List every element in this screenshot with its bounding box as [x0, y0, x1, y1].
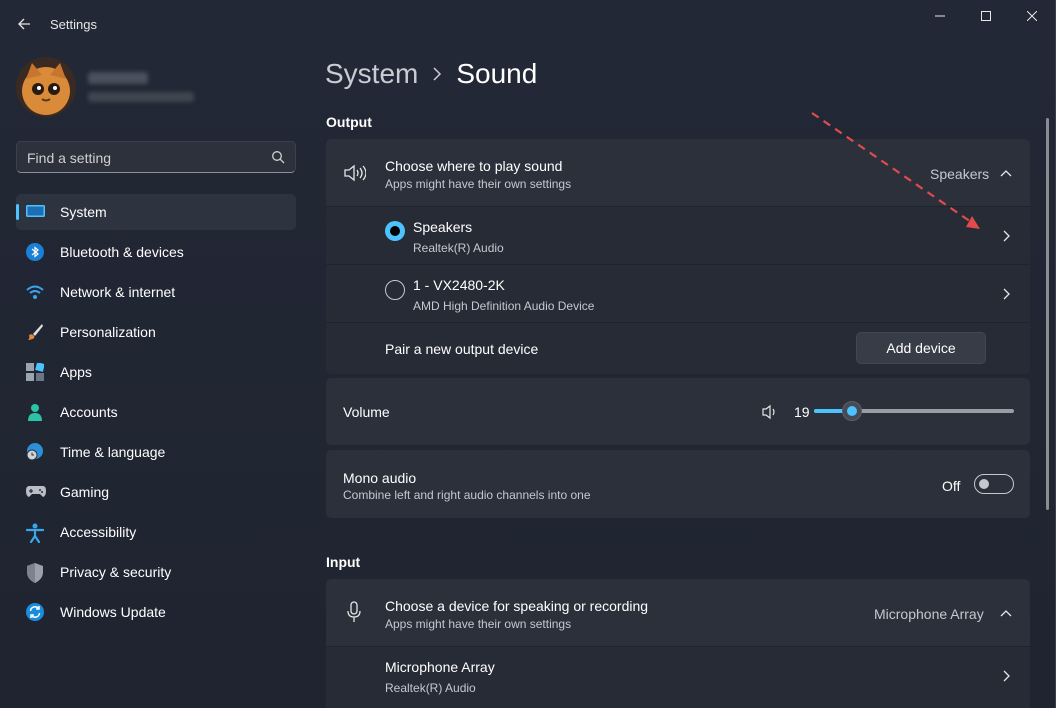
add-device-button[interactable]: Add device	[856, 332, 986, 364]
mono-audio-state: Off	[942, 478, 961, 494]
input-device-card: Choose a device for speaking or recordin…	[326, 579, 1030, 708]
microphone-icon	[346, 601, 362, 628]
sidebar-item-system[interactable]: System	[16, 194, 296, 230]
sidebar-item-label: System	[60, 204, 107, 220]
shield-icon	[26, 563, 44, 583]
sidebar-item-windows-update[interactable]: Windows Update	[16, 594, 296, 630]
sidebar-item-label: Time & language	[60, 444, 166, 460]
volume-value: 19	[794, 404, 810, 420]
choose-output-subtitle: Apps might have their own settings	[385, 177, 572, 191]
selected-input-value: Microphone Array	[874, 606, 984, 622]
sidebar-item-network[interactable]: Network & internet	[16, 274, 296, 310]
sidebar-item-accessibility[interactable]: Accessibility	[16, 514, 296, 550]
chevron-up-icon[interactable]	[1000, 607, 1012, 619]
radio-speakers[interactable]	[385, 221, 405, 241]
output-device-monitor[interactable]: 1 - VX2480-2K AMD High Definition Audio …	[326, 265, 1030, 322]
choose-input-subtitle: Apps might have their own settings	[385, 617, 572, 631]
globe-clock-icon	[26, 443, 44, 461]
gamepad-icon	[26, 483, 46, 501]
sidebar-item-privacy[interactable]: Privacy & security	[16, 554, 296, 590]
search-icon[interactable]	[271, 150, 285, 169]
device-name: 1 - VX2480-2K	[413, 277, 505, 293]
search-input[interactable]	[27, 148, 267, 168]
chevron-right-icon[interactable]	[1000, 287, 1012, 300]
sidebar-item-time-language[interactable]: Time & language	[16, 434, 296, 470]
sidebar-item-bluetooth[interactable]: Bluetooth & devices	[16, 234, 296, 270]
radio-monitor[interactable]	[385, 280, 405, 300]
accessibility-icon	[25, 523, 45, 544]
input-device-microphone[interactable]: Microphone Array Realtek(R) Audio	[326, 647, 1030, 708]
search-box[interactable]	[16, 141, 296, 173]
close-icon	[1027, 11, 1037, 21]
volume-icon[interactable]	[762, 404, 778, 425]
mono-audio-title: Mono audio	[343, 470, 417, 486]
brush-icon	[26, 323, 44, 341]
output-heading: Output	[326, 114, 372, 130]
system-icon	[26, 203, 45, 221]
device-name: Microphone Array	[385, 659, 495, 675]
app-title: Settings	[50, 17, 97, 32]
scrollbar-thumb[interactable]	[1046, 118, 1049, 510]
maximize-button[interactable]	[963, 0, 1009, 32]
volume-slider-thumb[interactable]	[842, 401, 862, 421]
chevron-up-icon[interactable]	[1000, 167, 1012, 179]
sidebar-item-label: Accessibility	[60, 524, 137, 540]
back-button[interactable]	[12, 12, 36, 36]
mono-audio-card: Mono audio Combine left and right audio …	[326, 450, 1030, 518]
sidebar-item-label: Accounts	[60, 404, 118, 420]
choose-input-title: Choose a device for speaking or recordin…	[385, 598, 649, 614]
choose-input-row[interactable]: Choose a device for speaking or recordin…	[326, 579, 1030, 646]
mono-audio-subtitle: Combine left and right audio channels in…	[343, 488, 591, 502]
sidebar-nav: System Bluetooth & devices Network & int…	[16, 194, 296, 634]
accounts-icon	[26, 403, 44, 421]
chevron-right-icon[interactable]	[1000, 669, 1012, 682]
pair-output-label: Pair a new output device	[385, 341, 539, 357]
device-driver: Realtek(R) Audio	[385, 681, 476, 695]
page-title: Sound	[456, 58, 538, 89]
sidebar-item-apps[interactable]: Apps	[16, 354, 296, 390]
chevron-right-icon	[432, 67, 442, 81]
sidebar-item-label: Bluetooth & devices	[60, 244, 184, 260]
annotation-arrow-icon	[811, 112, 980, 229]
bluetooth-icon	[26, 243, 44, 261]
profile-email-redacted	[88, 92, 194, 102]
sidebar-item-label: Windows Update	[60, 604, 166, 620]
volume-card: Volume 19	[326, 378, 1030, 445]
cat-avatar-icon	[16, 57, 76, 117]
mono-audio-toggle[interactable]	[974, 474, 1014, 494]
update-icon	[26, 603, 44, 621]
apps-icon	[26, 362, 45, 381]
choose-output-title: Choose where to play sound	[385, 158, 563, 174]
minimize-icon	[935, 15, 945, 17]
sidebar-item-gaming[interactable]: Gaming	[16, 474, 296, 510]
settings-window: Settings Find a setting System Bluetooth…	[0, 0, 1056, 708]
breadcrumb: System Sound	[325, 58, 537, 90]
profile-name-redacted	[88, 72, 148, 84]
sidebar-item-label: Network & internet	[60, 284, 176, 300]
volume-label: Volume	[343, 404, 390, 420]
wifi-icon	[26, 283, 44, 301]
back-arrow-icon	[18, 18, 30, 30]
sidebar-item-accounts[interactable]: Accounts	[16, 394, 296, 430]
speaker-icon	[344, 163, 367, 188]
sidebar-item-label: Gaming	[60, 484, 110, 500]
sidebar-item-label: Apps	[60, 364, 92, 380]
maximize-icon	[981, 11, 991, 21]
device-driver: AMD High Definition Audio Device	[413, 299, 595, 313]
sidebar-item-personalization[interactable]: Personalization	[16, 314, 296, 350]
sidebar-item-label: Personalization	[60, 324, 156, 340]
title-bar: Settings	[0, 0, 1056, 48]
pair-output-row: Pair a new output device Add device	[326, 323, 1030, 374]
minimize-button[interactable]	[917, 0, 963, 32]
chevron-right-icon[interactable]	[1000, 229, 1012, 242]
device-name: Speakers	[413, 219, 473, 235]
avatar[interactable]	[16, 57, 76, 117]
close-button[interactable]	[1009, 0, 1055, 32]
sidebar-item-label: Privacy & security	[60, 564, 172, 580]
device-driver: Realtek(R) Audio	[413, 241, 504, 255]
input-heading: Input	[326, 554, 361, 570]
breadcrumb-parent[interactable]: System	[325, 58, 418, 90]
